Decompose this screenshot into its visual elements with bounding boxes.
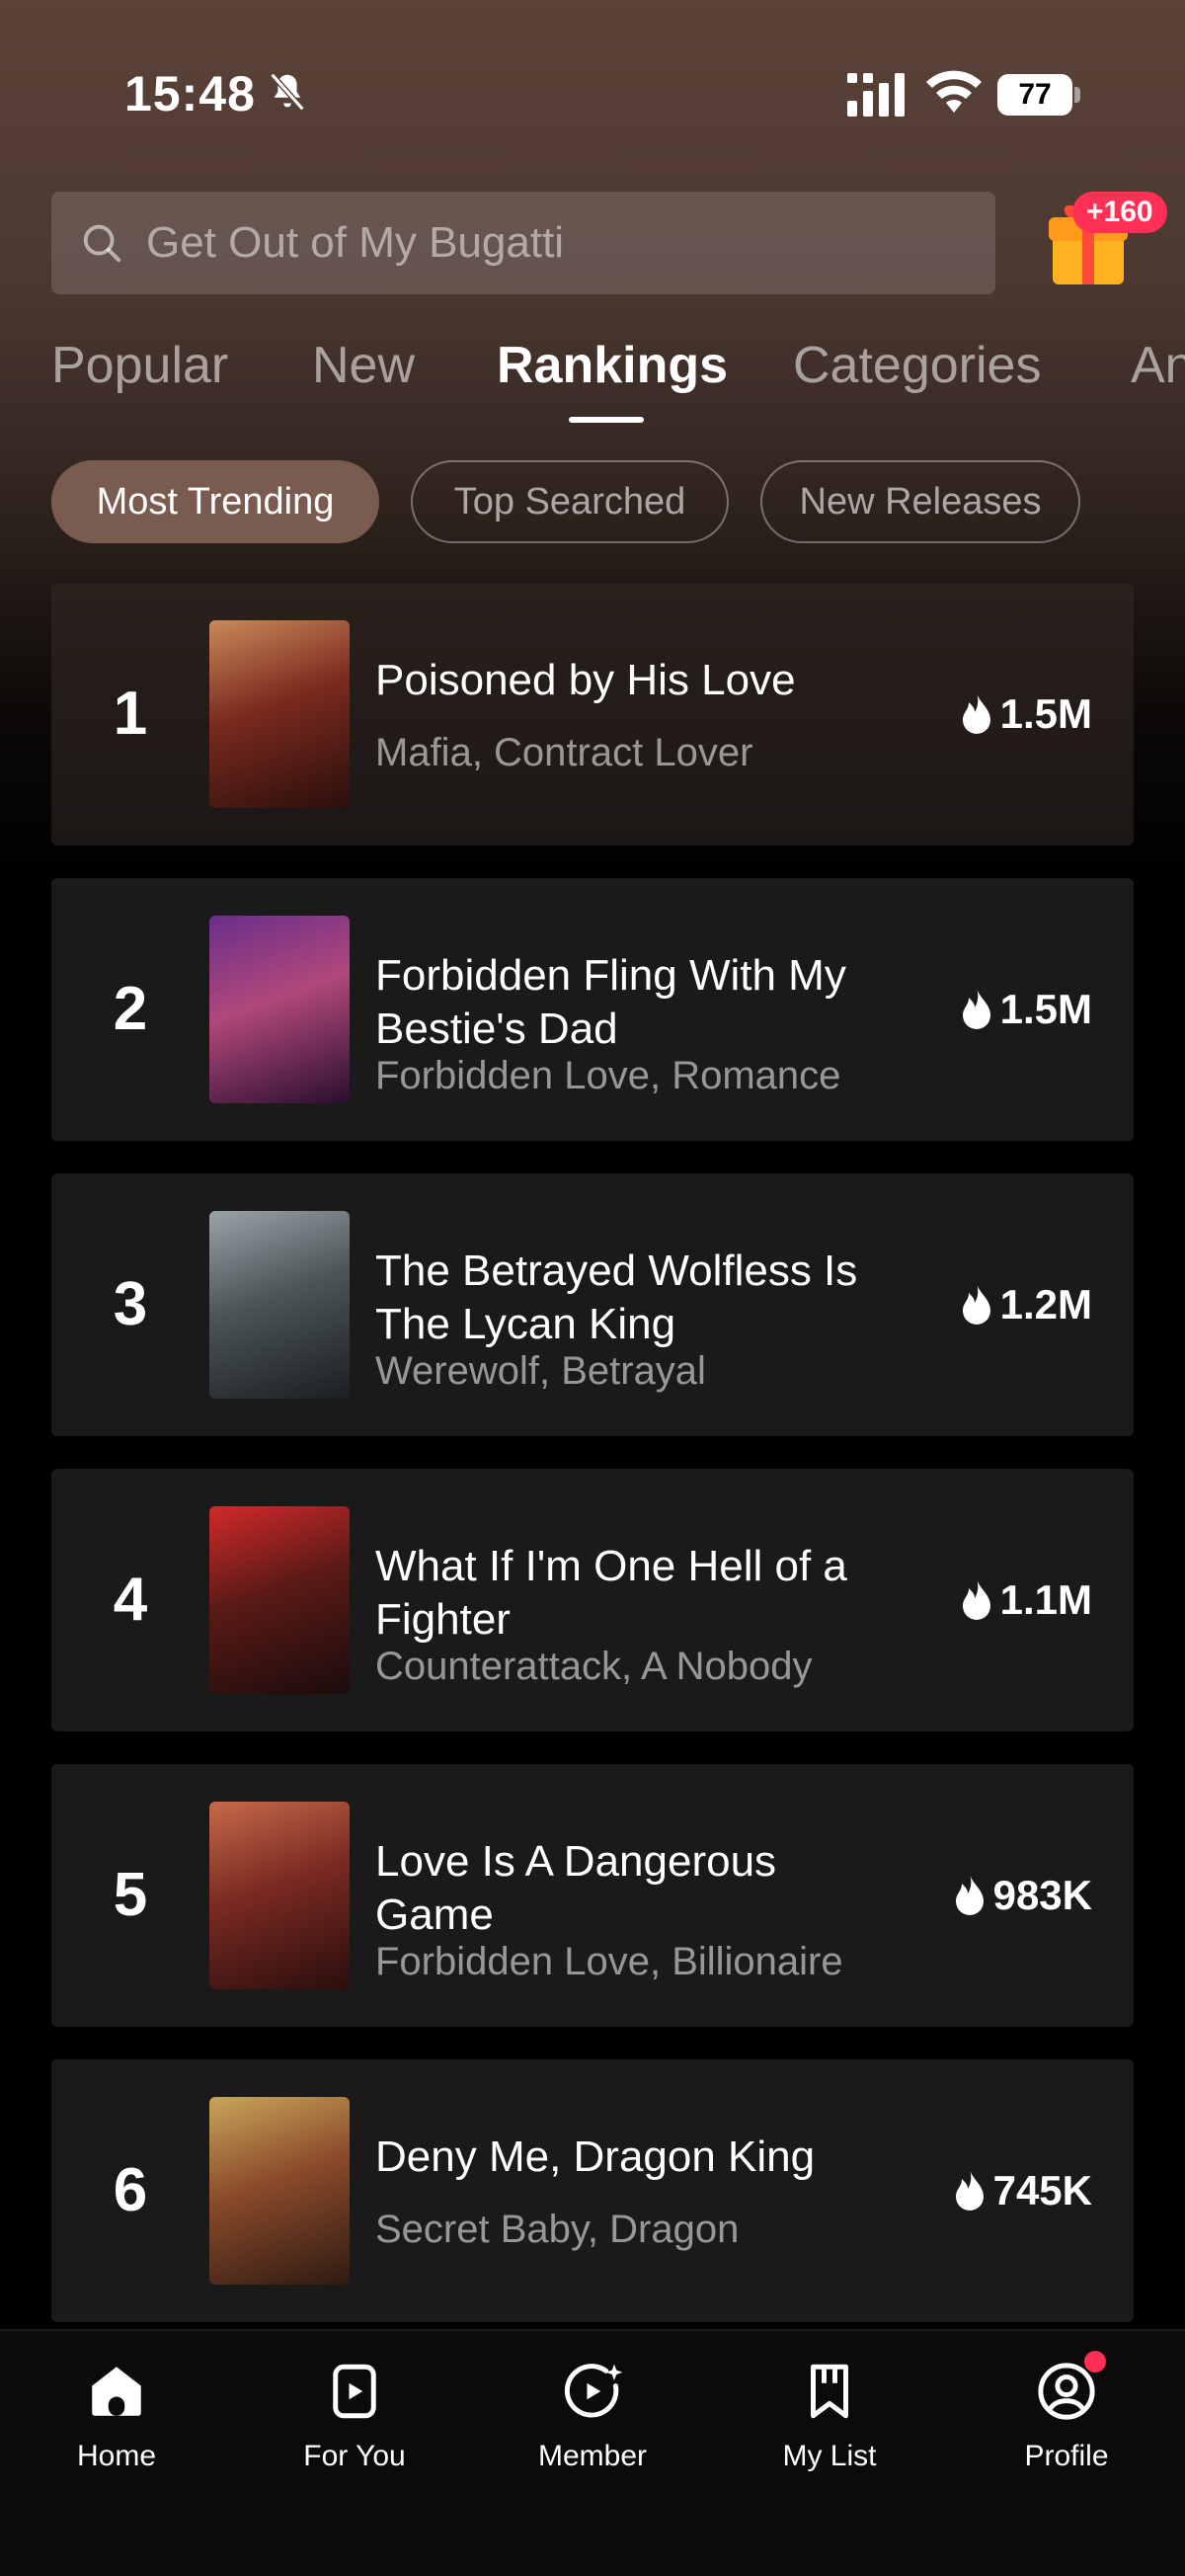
heat-count: 1.5M (959, 583, 1092, 845)
nav-member[interactable]: Member (494, 2359, 691, 2473)
active-tab-indicator (569, 417, 644, 423)
rank-number: 4 (113, 1566, 148, 1634)
tab-popular[interactable]: Popular (51, 336, 228, 395)
search-placeholder: Get Out of My Bugatti (146, 218, 565, 267)
heat-value: 983K (992, 1872, 1092, 1918)
ranking-item[interactable]: 1 Poisoned by His Love Mafia, Contract L… (51, 583, 1134, 845)
nav-label: My List (782, 2440, 877, 2472)
nav-home[interactable]: Home (18, 2359, 215, 2473)
item-tags: Forbidden Love, Billionaire (375, 1940, 843, 1983)
item-tags: Werewolf, Betrayal (375, 1349, 706, 1393)
heat-count: 745K (952, 2059, 1092, 2322)
filter-most-trending[interactable]: Most Trending (51, 460, 379, 543)
heat-value: 1.5M (999, 690, 1092, 737)
bookmark-icon (811, 2364, 848, 2419)
flame-icon (962, 1283, 990, 1325)
nav-profile[interactable]: Profile (968, 2359, 1165, 2473)
cover-image (209, 2097, 350, 2285)
tab-more[interactable]: An (1131, 336, 1185, 395)
heat-count: 1.5M (959, 878, 1092, 1141)
nav-label: Member (537, 2440, 648, 2472)
rank-number: 5 (113, 1861, 148, 1929)
notification-dot (1084, 2351, 1106, 2373)
heat-value: 1.1M (999, 1576, 1092, 1623)
search-icon (83, 224, 121, 263)
heat-count: 1.2M (959, 1173, 1092, 1436)
nav-label: Profile (1024, 2440, 1109, 2472)
cover-image (209, 1802, 350, 1989)
item-tags: Forbidden Love, Romance (375, 1054, 841, 1097)
cover-image (209, 1506, 350, 1694)
heat-count: 1.1M (959, 1469, 1092, 1731)
item-title: What If I'm One Hell of a Fighter (375, 1542, 847, 1644)
battery-icon: 77 (997, 74, 1080, 116)
battery-level: 77 (997, 74, 1072, 116)
heat-value: 745K (992, 2167, 1092, 2214)
rank-number: 1 (113, 680, 148, 748)
cover-image (209, 1211, 350, 1399)
flame-icon (962, 1578, 990, 1620)
nav-label: Home (76, 2440, 157, 2472)
bottom-nav: Home For You Member My List Profile (0, 2329, 1185, 2576)
item-tags: Mafia, Contract Lover (375, 731, 753, 774)
nav-label: For You (303, 2440, 406, 2472)
status-bar: 15:48 77 (0, 0, 1185, 188)
play-card-icon (333, 2364, 376, 2419)
item-title: Deny Me, Dragon King (375, 2133, 816, 2181)
cellular-signal-icon (847, 73, 905, 117)
item-tags: Secret Baby, Dragon (375, 2208, 740, 2251)
status-time: 15:48 (124, 66, 256, 121)
item-title: Poisoned by His Love (375, 656, 796, 704)
flame-icon (955, 1874, 984, 1915)
nav-my-list[interactable]: My List (731, 2359, 928, 2473)
heat-count: 983K (952, 1764, 1092, 2027)
gift-badge: +160 (1072, 192, 1167, 233)
ranking-item[interactable]: 4 What If I'm One Hell of a Fighter Coun… (51, 1469, 1134, 1731)
item-title: The Betrayed Wolfless Is The Lycan King (375, 1247, 858, 1348)
filter-new-releases[interactable]: New Releases (760, 460, 1080, 543)
ranking-item[interactable]: 2 Forbidden Fling With My Bestie's Dad F… (51, 878, 1134, 1141)
rank-number: 3 (113, 1270, 148, 1338)
home-icon (92, 2367, 141, 2416)
flame-icon (962, 988, 990, 1029)
flame-icon (955, 2169, 984, 2211)
item-title: Love Is A Dangerous Game (375, 1837, 777, 1939)
member-video-icon (564, 2364, 623, 2418)
heat-value: 1.5M (999, 986, 1092, 1032)
cover-image (209, 620, 350, 808)
item-title: Forbidden Fling With My Bestie's Dad (375, 951, 846, 1053)
wifi-icon (926, 70, 982, 113)
item-tags: Counterattack, A Nobody (375, 1645, 813, 1688)
ranking-item[interactable]: 3 The Betrayed Wolfless Is The Lycan Kin… (51, 1173, 1134, 1436)
bell-muted-icon (270, 72, 305, 112)
tab-rankings[interactable]: Rankings (497, 336, 728, 395)
rank-number: 2 (113, 975, 148, 1043)
flame-icon (962, 692, 990, 734)
tab-categories[interactable]: Categories (793, 336, 1041, 395)
app-screen: 15:48 77 Get Out of My Bugatti +160 Popu… (0, 0, 1185, 2576)
filter-top-searched[interactable]: Top Searched (411, 460, 729, 543)
tab-new[interactable]: New (312, 336, 415, 395)
heat-value: 1.2M (999, 1281, 1092, 1328)
nav-for-you[interactable]: For You (256, 2359, 453, 2473)
top-tabs: Popular New Rankings Categories An (0, 336, 1185, 425)
ranking-item[interactable]: 5 Love Is A Dangerous Game Forbidden Lov… (51, 1764, 1134, 2027)
ranking-item[interactable]: 6 Deny Me, Dragon King Secret Baby, Drag… (51, 2059, 1134, 2322)
search-bar[interactable]: Get Out of My Bugatti (51, 192, 995, 294)
cover-image (209, 916, 350, 1103)
rank-number: 6 (113, 2156, 148, 2224)
